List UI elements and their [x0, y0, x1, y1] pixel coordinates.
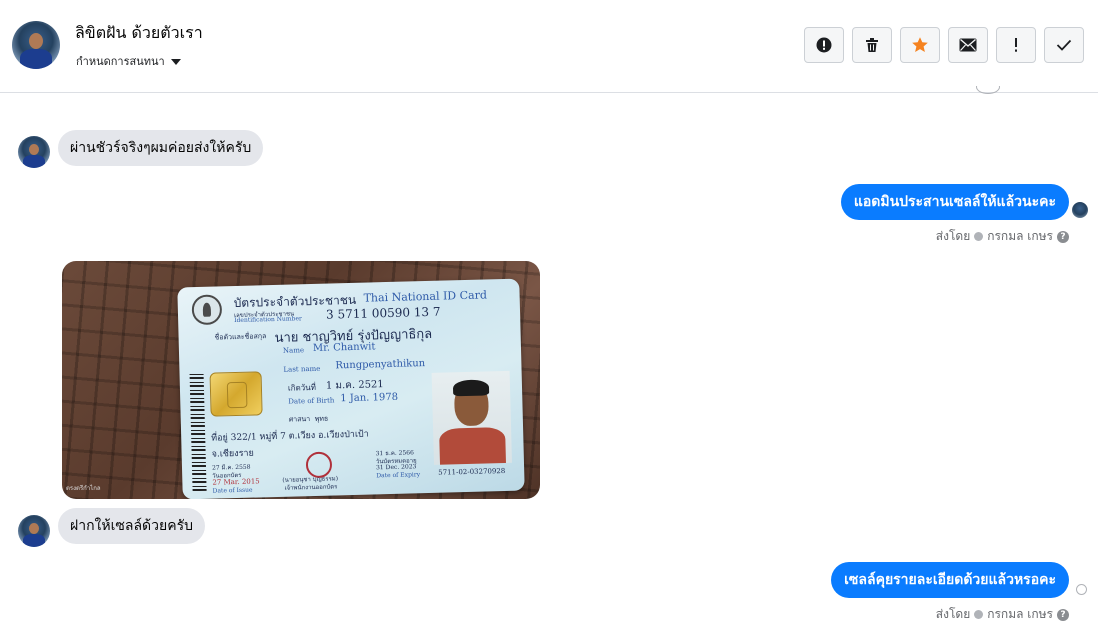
incoming-message-bubble[interactable]: ฝากให้เซลล์ด้วยครับ: [58, 508, 205, 544]
conversation-header: ลิขิตฝัน ด้วยตัวเรา กำหนดการสนทนา: [0, 0, 1098, 93]
contact-avatar[interactable]: [12, 21, 60, 69]
issue-date-en: 27 Mar. 2015: [212, 477, 260, 487]
sent-by-prefix: ส่งโดย: [935, 229, 971, 243]
caret-down-icon: [170, 58, 181, 65]
officer-title: เจ้าพนักงานออกบัตร: [284, 483, 338, 492]
religion-label: ศาสนา: [288, 415, 311, 424]
checkmark-icon: [1056, 39, 1072, 51]
trash-icon: [866, 38, 878, 52]
address: ที่อยู่ 322/1 หมู่ที่ 7 ต.เวียง อ.เวียงป…: [211, 429, 369, 444]
barcode: [189, 372, 207, 492]
mark-unread-button[interactable]: [948, 27, 988, 63]
sender-name[interactable]: กรกมล เกษร: [987, 227, 1053, 246]
garuda-emblem-icon: [191, 294, 223, 326]
verified-dot-icon: [974, 610, 984, 619]
id-number: 3 5711 00590 13 7: [325, 304, 441, 322]
name-label-en: Name: [282, 346, 305, 355]
alert-circle-icon: [816, 37, 832, 53]
spam-button[interactable]: [996, 27, 1036, 63]
outgoing-message-bubble[interactable]: แอดมินประสานเซลล์ให้แล้วนะคะ: [840, 184, 1069, 220]
sender-name[interactable]: กรกมล เกษร: [987, 605, 1053, 624]
sent-by-prefix: ส่งโดย: [935, 607, 971, 621]
delete-button[interactable]: [852, 27, 892, 63]
seen-avatar: [1072, 202, 1088, 218]
incoming-message-bubble[interactable]: ผ่านชัวร์จริงๆผมค่อยส่งให้ครับ: [58, 130, 264, 166]
id-card-title-en: Thai National ID Card: [363, 288, 488, 305]
contact-name[interactable]: ลิขิตฝัน ด้วยตัวเรา: [75, 21, 203, 46]
customer-avatar[interactable]: [18, 515, 50, 547]
conversation-settings-dropdown[interactable]: กำหนดการสนทนา: [76, 52, 181, 70]
help-icon[interactable]: ?: [1057, 608, 1069, 621]
envelope-icon: [959, 38, 977, 52]
card-serial: 5711-02-03270928: [438, 466, 506, 477]
sent-by-info: ส่งโดย กรกมล เกษร ?: [936, 605, 1069, 624]
conversation-toolbar: [804, 27, 1084, 63]
expiry-label-en: Date of Expiry: [376, 471, 421, 480]
sent-by-info: ส่งโดย กรกมล เกษร ?: [936, 227, 1069, 246]
id-card: บัตรประจำตัวประชาชน Thai National ID Car…: [177, 278, 525, 499]
issue-label-en: Date of Issue: [212, 486, 253, 495]
image-watermark: ตรงตรีกำไกล: [66, 485, 101, 492]
expiry-date-en: 31 Dec. 2023: [375, 463, 417, 472]
province: จ.เชียงราย: [211, 448, 254, 460]
dob-th: 1 ม.ค. 2521: [325, 379, 384, 392]
scroll-artifact: [976, 86, 1000, 94]
verified-dot-icon: [974, 232, 984, 241]
customer-avatar[interactable]: [18, 136, 50, 168]
id-card-portrait: [431, 370, 512, 465]
lastname-label-en: Last name: [283, 364, 321, 374]
help-icon[interactable]: ?: [1057, 230, 1069, 243]
star-icon: [912, 37, 928, 52]
lastname-en: Rungpenyathikun: [335, 358, 426, 372]
star-button[interactable]: [900, 27, 940, 63]
id-card-image[interactable]: บัตรประจำตัวประชาชน Thai National ID Car…: [62, 261, 540, 499]
dob-label-en: Date of Birth: [288, 396, 335, 406]
smart-card-chip: [209, 371, 263, 417]
dob-en: 1 Jan. 1978: [340, 391, 399, 405]
conversation-settings-label: กำหนดการสนทนา: [76, 55, 165, 68]
mark-done-button[interactable]: [1044, 27, 1084, 63]
name-en: Mr. Chanwit: [312, 341, 376, 354]
religion: พุทธ: [314, 414, 329, 423]
exclamation-icon: [1015, 38, 1017, 52]
id-label-en: Identification Number: [234, 315, 302, 325]
outgoing-message-bubble[interactable]: เซลล์คุยรายละเอียดด้วยแล้วหรอคะ: [831, 562, 1069, 598]
delivered-check-icon: [1076, 584, 1087, 595]
dob-label-th: เกิดวันที่: [287, 382, 317, 393]
report-button[interactable]: [804, 27, 844, 63]
name-label-th: ชื่อตัวและชื่อสกุล: [214, 332, 267, 342]
